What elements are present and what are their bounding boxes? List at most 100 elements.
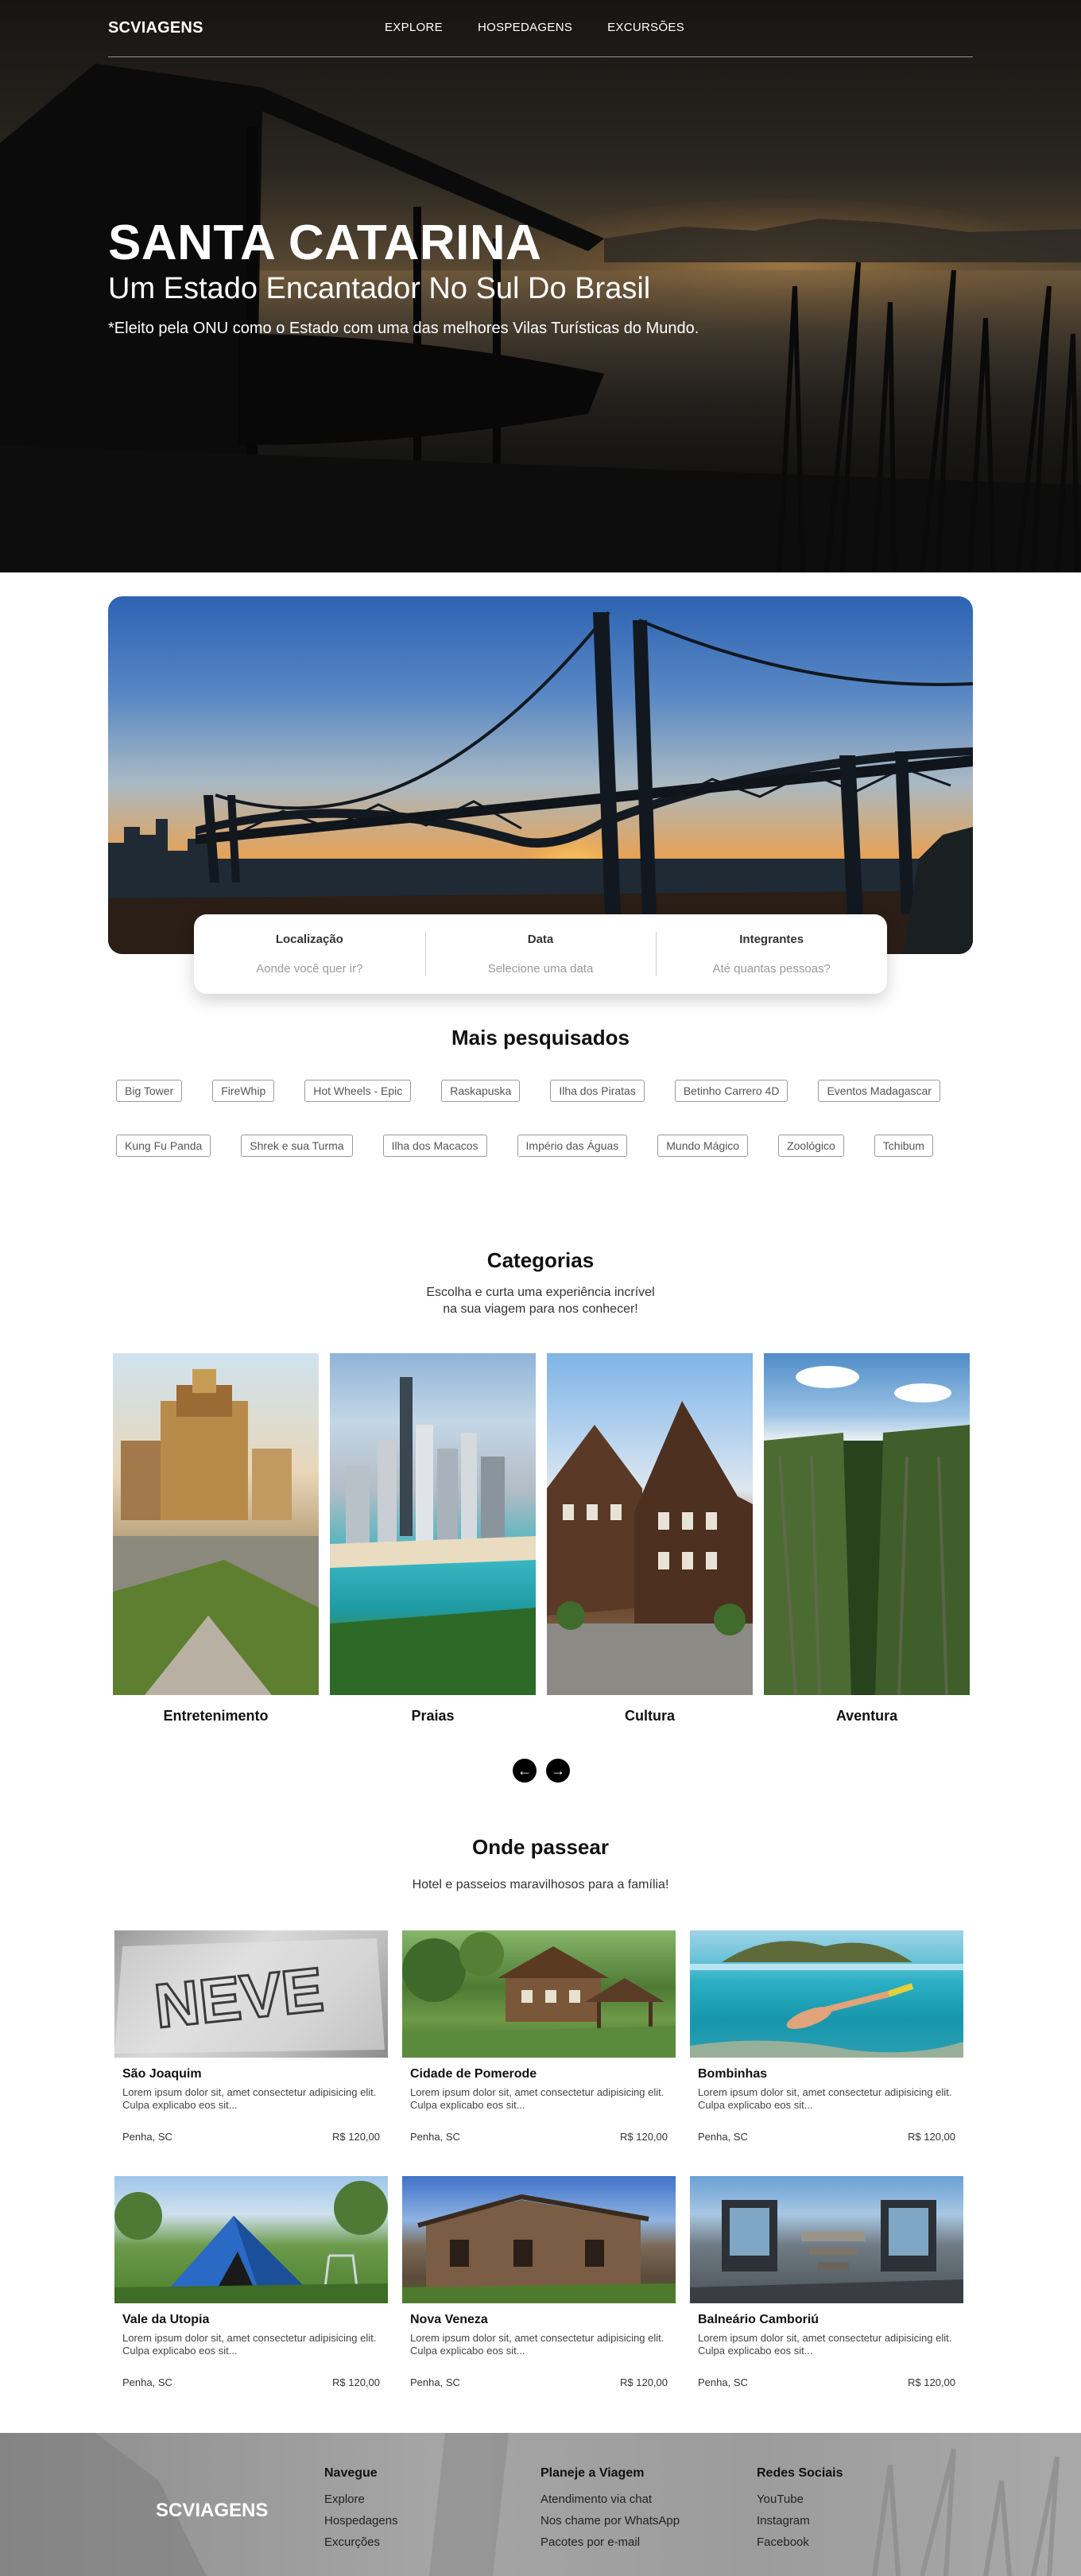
- nav-link-hospedagens[interactable]: HOSPEDAGENS: [478, 21, 572, 34]
- footer-link-chat[interactable]: Atendimento via chat: [540, 2489, 680, 2510]
- tag-chip[interactable]: Hot Wheels - Epic: [304, 1080, 412, 1102]
- tag-chip[interactable]: Raskapuska: [441, 1080, 521, 1102]
- search-date-field[interactable]: Data Selecione uma data: [424, 914, 657, 994]
- place-location: Penha, SC: [122, 2131, 172, 2143]
- place-location: Penha, SC: [122, 2376, 172, 2388]
- categories-carousel: Entretenimento Praias Cultura Aventura: [113, 1353, 970, 1724]
- tag-chip[interactable]: Tchibum: [874, 1135, 933, 1157]
- hero-note: *Eleito pela ONU como o Estado com uma d…: [108, 320, 699, 337]
- footer-link-hospedagens[interactable]: Hospedagens: [324, 2510, 398, 2531]
- footer-link-email[interactable]: Pacotes por e-mail: [540, 2531, 680, 2553]
- nav-link-explore[interactable]: EXPLORE: [385, 21, 443, 34]
- footer-link-facebook[interactable]: Facebook: [757, 2531, 843, 2553]
- category-card-cultura[interactable]: Cultura: [547, 1353, 753, 1724]
- place-description: Lorem ipsum dolor sit, amet consectetur …: [122, 2332, 377, 2357]
- place-image-bombinhas: [690, 1930, 963, 2058]
- top-navbar: SCVIAGENS EXPLORE HOSPEDAGENS EXCURSÕES: [108, 0, 973, 57]
- tag-chip[interactable]: Kung Fu Panda: [116, 1135, 211, 1157]
- tag-chip[interactable]: Ilha dos Piratas: [550, 1080, 645, 1102]
- place-meta: Penha, SC R$ 120,00: [410, 2376, 668, 2388]
- search-date-label: Data: [527, 933, 554, 946]
- place-meta: Penha, SC R$ 120,00: [698, 2131, 955, 2143]
- search-location-placeholder[interactable]: Aonde você quer ir?: [256, 962, 362, 976]
- bridge-banner-image: [108, 596, 973, 954]
- hero-title: SANTA CATARINA: [108, 215, 542, 270]
- hero-subtitle: Um Estado Encantador No Sul Do Brasil: [108, 272, 651, 305]
- tag-chip[interactable]: Betinho Carrero 4D: [674, 1080, 788, 1102]
- places-grid: NEVE São Joaquim Lorem ipsum dolor sit, …: [114, 1930, 967, 2388]
- nav-links: EXPLORE HOSPEDAGENS EXCURSÕES: [385, 21, 684, 34]
- footer-column-title: Planeje a Viagem: [540, 2466, 645, 2480]
- place-meta: Penha, SC R$ 120,00: [698, 2376, 955, 2388]
- category-label: Praias: [411, 1708, 455, 1724]
- footer-link-whatsapp[interactable]: Nos chame por WhatsApp: [540, 2510, 680, 2531]
- footer-link-youtube[interactable]: YouTube: [757, 2489, 843, 2510]
- place-price: R$ 120,00: [908, 2376, 955, 2388]
- place-location: Penha, SC: [698, 2376, 748, 2388]
- place-description: Lorem ipsum dolor sit, amet consectetur …: [698, 2086, 952, 2111]
- category-label: Aventura: [835, 1708, 898, 1724]
- place-card-sao-joaquim[interactable]: NEVE São Joaquim Lorem ipsum dolor sit, …: [114, 1930, 388, 2143]
- nav-link-excursoes[interactable]: EXCURSÕES: [607, 21, 684, 34]
- place-card-vale-da-utopia[interactable]: Vale da Utopia Lorem ipsum dolor sit, am…: [114, 2176, 388, 2388]
- place-description: Lorem ipsum dolor sit, amet consectetur …: [410, 2332, 664, 2357]
- footer-link-explore[interactable]: Explore: [324, 2489, 398, 2510]
- bridge-illustration: [108, 611, 973, 954]
- tag-chip[interactable]: Império das Águas: [517, 1135, 628, 1157]
- search-members-label: Integrantes: [739, 933, 804, 946]
- place-image-sao-joaquim: NEVE: [114, 1930, 388, 2058]
- place-meta: Penha, SC R$ 120,00: [122, 2376, 380, 2388]
- place-image-pomerode: [402, 1930, 676, 2058]
- most-searched-row-1: Big Tower FireWhip Hot Wheels - Epic Ras…: [116, 1080, 982, 1102]
- places-title: Onde passear: [472, 1835, 609, 1859]
- tag-chip[interactable]: Mundo Mágico: [657, 1135, 749, 1157]
- arrow-left-icon[interactable]: ←: [513, 1759, 537, 1783]
- arrow-right-icon[interactable]: →: [546, 1759, 570, 1783]
- place-meta: Penha, SC R$ 120,00: [410, 2131, 668, 2143]
- category-card-aventura[interactable]: Aventura: [764, 1353, 970, 1724]
- place-description: Lorem ipsum dolor sit, amet consectetur …: [122, 2086, 377, 2111]
- place-card-pomerode[interactable]: Cidade de Pomerode Lorem ipsum dolor sit…: [402, 1930, 676, 2143]
- place-card-nova-veneza[interactable]: Nova Veneza Lorem ipsum dolor sit, amet …: [402, 2176, 676, 2388]
- category-image-praias: [330, 1353, 536, 1695]
- most-searched-row-2: Kung Fu Panda Shrek e sua Turma Ilha dos…: [116, 1135, 982, 1157]
- footer-link-instagram[interactable]: Instagram: [757, 2510, 843, 2531]
- place-name: Vale da Utopia: [122, 2313, 210, 2326]
- tag-chip[interactable]: Big Tower: [116, 1080, 183, 1102]
- category-image-aventura: [764, 1353, 970, 1695]
- category-image-entretenimento: [113, 1353, 319, 1695]
- place-meta: Penha, SC R$ 120,00: [122, 2131, 380, 2143]
- search-members-placeholder[interactable]: Até quantas pessoas?: [712, 962, 830, 976]
- place-name: Balneário Camboriú: [698, 2313, 819, 2326]
- place-description: Lorem ipsum dolor sit, amet consectetur …: [698, 2332, 952, 2357]
- search-date-placeholder[interactable]: Selecione uma data: [488, 962, 594, 976]
- search-location-label: Localização: [275, 933, 343, 946]
- footer-logo[interactable]: SCVIAGENS: [156, 2500, 268, 2522]
- search-location-field[interactable]: Localização Aonde você quer ir?: [194, 914, 425, 994]
- tag-chip[interactable]: Eventos Madagascar: [818, 1080, 940, 1102]
- category-label: Entretenimento: [163, 1708, 269, 1724]
- site-logo[interactable]: SCVIAGENS: [108, 19, 203, 37]
- tag-chip[interactable]: FireWhip: [212, 1080, 275, 1102]
- places-subtitle: Hotel e passeios maravilhosos para a fam…: [412, 1878, 669, 1891]
- category-card-praias[interactable]: Praias: [330, 1353, 536, 1724]
- place-card-bombinhas[interactable]: Bombinhas Lorem ipsum dolor sit, amet co…: [690, 1930, 963, 2143]
- place-image-vale-da-utopia: [114, 2176, 388, 2303]
- tag-chip[interactable]: Ilha dos Macacos: [382, 1135, 487, 1157]
- place-location: Penha, SC: [698, 2131, 748, 2143]
- hero-section: SCVIAGENS EXPLORE HOSPEDAGENS EXCURSÕES …: [0, 0, 1081, 572]
- place-name: Cidade de Pomerode: [410, 2067, 537, 2081]
- categories-title: Categorias: [486, 1248, 595, 1272]
- tag-chip[interactable]: Shrek e sua Turma: [241, 1135, 353, 1157]
- place-description: Lorem ipsum dolor sit, amet consectetur …: [410, 2086, 664, 2111]
- place-location: Penha, SC: [410, 2131, 460, 2143]
- place-price: R$ 120,00: [908, 2131, 955, 2143]
- place-image-nova-veneza: [402, 2176, 676, 2303]
- footer-link-excursoes[interactable]: Excurções: [324, 2531, 398, 2553]
- place-price: R$ 120,00: [332, 2376, 380, 2388]
- search-members-field[interactable]: Integrantes Até quantas pessoas?: [656, 914, 887, 994]
- place-price: R$ 120,00: [620, 2376, 668, 2388]
- place-card-balneario-camboriu[interactable]: Balneário Camboriú Lorem ipsum dolor sit…: [690, 2176, 963, 2388]
- category-card-entretenimento[interactable]: Entretenimento: [113, 1353, 319, 1724]
- tag-chip[interactable]: Zoológico: [778, 1135, 844, 1157]
